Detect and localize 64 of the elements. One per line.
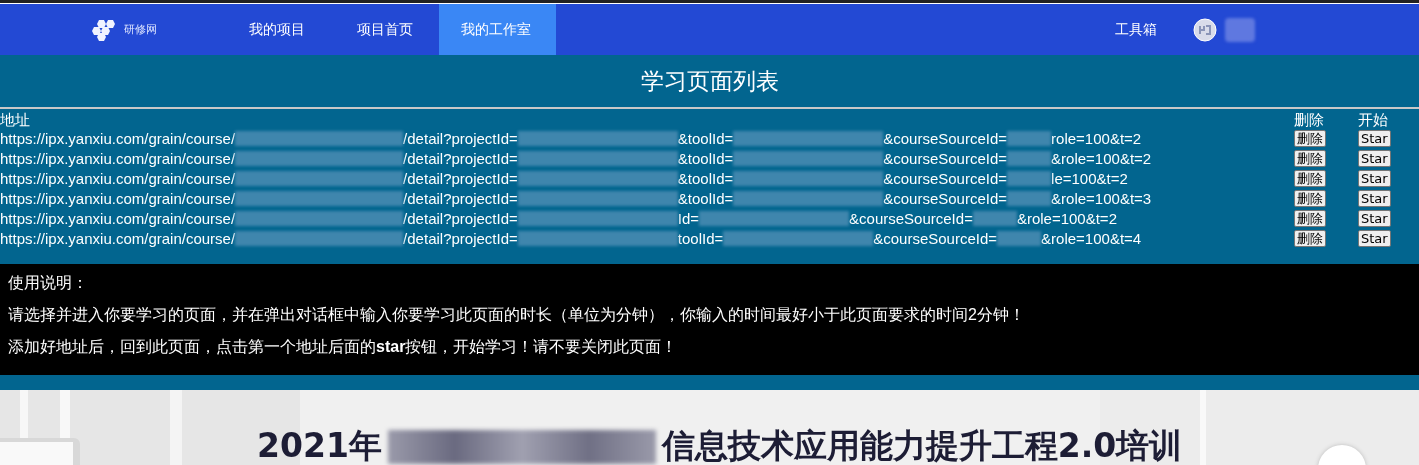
redacted-username (1225, 17, 1255, 42)
delete-button[interactable]: 删除 (1294, 130, 1326, 147)
nav-tab[interactable]: 项目首页 (331, 4, 439, 55)
url-text: https://ipx.yanxiu.com/grain/course/ (0, 209, 236, 227)
url-text: https://ipx.yanxiu.com/grain/course/ (0, 229, 236, 247)
toolbox-link[interactable]: 工具箱 (1115, 4, 1157, 55)
url-text: /detail?projectId= (403, 149, 518, 167)
url-text: &courseSourceId= (849, 209, 973, 227)
url-text: &courseSourceId= (883, 129, 1008, 147)
url-text: &role=100&t=2 (1016, 209, 1117, 227)
instruction-text: 请选择并进入你要学习的页面，并在弹出对话框中输入你要学习此页面的时长（单位为分钟），你输入的时间最好小于此页面要求的时间2分钟！ (8, 305, 1026, 325)
column-header: 开始 (1358, 110, 1388, 128)
column-header: 地址 (0, 110, 30, 130)
start-button[interactable]: Star (1358, 170, 1391, 187)
delete-button[interactable]: 删除 (1294, 170, 1326, 187)
nav-tab[interactable]: 我的项目 (223, 4, 331, 55)
redacted-text (1007, 170, 1052, 186)
url-text: &courseSourceId= (883, 189, 1008, 207)
delete-button[interactable]: 删除 (1294, 210, 1326, 227)
url-text: &role=100&t=2 (1051, 149, 1152, 167)
column-header: 删除 (1294, 110, 1324, 128)
redacted-text (1007, 130, 1052, 146)
redacted-text (972, 210, 1017, 226)
redacted-text (997, 230, 1042, 246)
url-text: toolId= (677, 229, 724, 247)
url-text: &toolId= (677, 189, 734, 207)
url-text: /detail?projectId= (403, 189, 518, 207)
start-button[interactable]: Star (1358, 210, 1391, 227)
redacted-text (1007, 190, 1052, 206)
start-button[interactable]: Star (1358, 130, 1391, 147)
start-button[interactable]: Star (1358, 150, 1391, 167)
url-text: https://ipx.yanxiu.com/grain/course/ (0, 189, 236, 207)
url-text: https://ipx.yanxiu.com/grain/course/ (0, 149, 236, 167)
delete-button[interactable]: 删除 (1294, 230, 1326, 247)
url-text: https://ipx.yanxiu.com/grain/course/ (0, 129, 236, 147)
url-text: &toolId= (677, 149, 734, 167)
url-text: &courseSourceId= (883, 149, 1008, 167)
url-text: &role=100&t=4 (1041, 229, 1142, 247)
url-text: /detail?projectId= (403, 129, 518, 147)
instruction-text: 添加好地址后，回到此页面，点击第一个地址后面的star按钮，开始学习！请不要关闭此页面！ (8, 337, 679, 357)
url-text: &courseSourceId= (873, 229, 998, 247)
instruction-text: 使用说明： (8, 273, 89, 293)
url-text: Id= (677, 209, 700, 227)
url-text: /detail?projectId= (403, 169, 518, 187)
delete-button[interactable]: 删除 (1294, 190, 1326, 207)
url-text: le=100&t=2 (1051, 169, 1128, 187)
start-button[interactable]: Star (1358, 190, 1391, 207)
logo-text[interactable]: 研修网 (124, 22, 157, 37)
banner-title: 信息技术应用能力提升工程2.0培训 (661, 425, 1183, 465)
url-text: &role=100&t=3 (1051, 189, 1152, 207)
url-text: &toolId= (677, 169, 734, 187)
url-text: &toolId= (677, 129, 734, 147)
url-text: https://ipx.yanxiu.com/grain/course/ (0, 169, 236, 187)
avatar-icon[interactable] (1193, 17, 1217, 42)
url-text: /detail?projectId= (403, 229, 518, 247)
redacted-text (1007, 150, 1052, 166)
start-button[interactable]: Star (1358, 230, 1391, 247)
url-text: /detail?projectId= (403, 209, 518, 227)
page-title: 学习页面列表 (640, 66, 779, 96)
delete-button[interactable]: 删除 (1294, 150, 1326, 167)
url-text: role=100&t=2 (1051, 129, 1142, 147)
banner-title: 2021年 (257, 425, 382, 465)
nav-tab[interactable]: 我的工作室 (439, 4, 556, 55)
url-text: &courseSourceId= (883, 169, 1008, 187)
